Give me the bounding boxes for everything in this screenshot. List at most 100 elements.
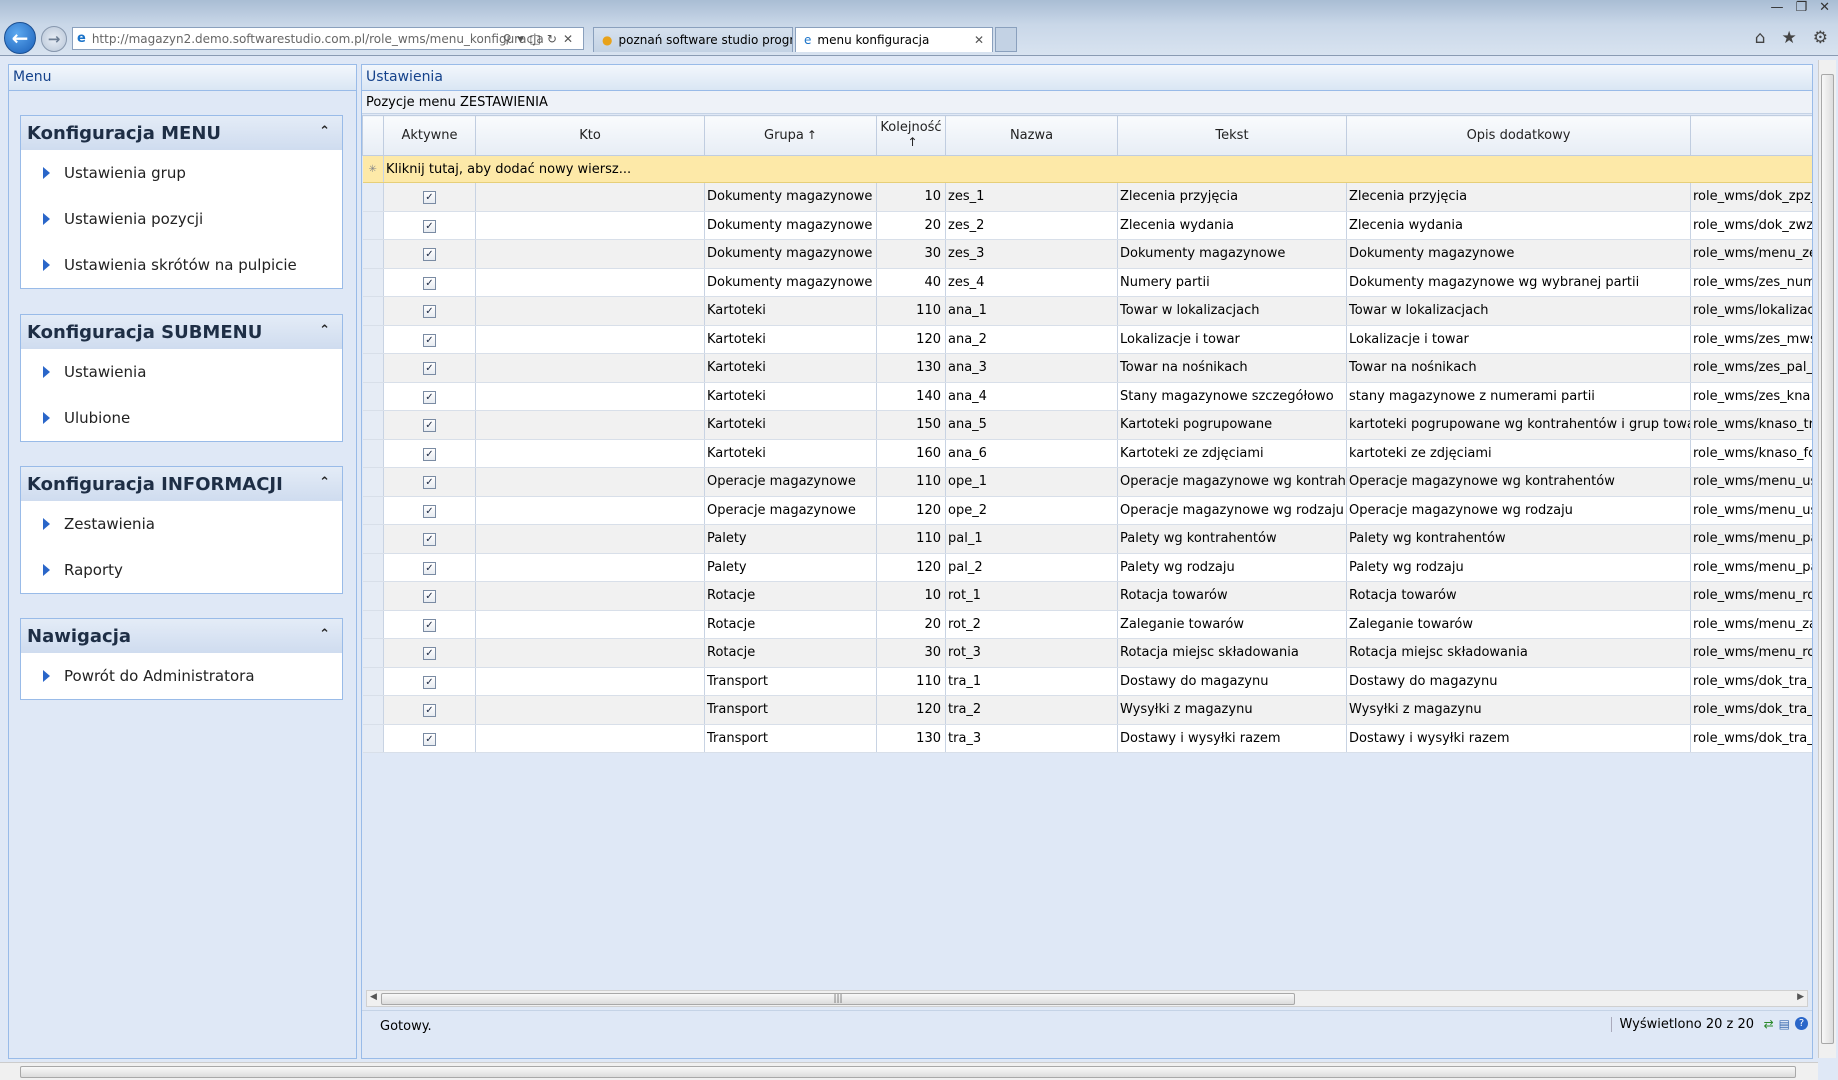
row-selector[interactable] xyxy=(362,581,384,611)
menu-item-ustawienia-grup[interactable]: Ustawienia grup xyxy=(21,150,342,196)
active-checkbox[interactable]: ✓ xyxy=(383,667,476,696)
active-checkbox[interactable]: ✓ xyxy=(383,239,476,269)
menu-item-zestawienia[interactable]: Zestawienia xyxy=(21,501,342,547)
checkbox-checked-icon[interactable]: ✓ xyxy=(423,561,436,575)
table-row[interactable]: ✓ Kartoteki 120 ana_2 Lokalizacje i towar Lok… xyxy=(362,325,1812,354)
table-row[interactable]: ✓ Kartoteki 160 ana_6 Kartoteki ze zdjęciami… xyxy=(362,439,1812,468)
row-selector[interactable] xyxy=(362,638,384,668)
active-checkbox[interactable]: ✓ xyxy=(383,410,476,440)
table-row[interactable]: ✓ Rotacje 30 rot_3 Rotacja miejsc składowani… xyxy=(362,638,1812,668)
row-selector[interactable] xyxy=(362,382,384,411)
menu-item-ulubione[interactable]: Ulubione xyxy=(21,395,342,441)
checkbox-checked-icon[interactable]: ✓ xyxy=(423,276,436,290)
table-row[interactable]: ✓ Transport 120 tra_2 Wysyłki z magazynu Wysy… xyxy=(362,695,1812,725)
active-checkbox[interactable]: ✓ xyxy=(383,439,476,468)
checkbox-checked-icon[interactable]: ✓ xyxy=(423,305,436,319)
active-checkbox[interactable]: ✓ xyxy=(383,695,476,725)
active-checkbox[interactable]: ✓ xyxy=(383,524,476,554)
table-row[interactable]: ✓ Dokumenty magazynowe 20 zes_2 Zlecenia wyd… xyxy=(362,211,1812,240)
tab-close-icon[interactable]: ✕ xyxy=(974,33,984,47)
collapse-icon[interactable]: ⌃ xyxy=(319,627,330,642)
add-new-row[interactable]: ✳ Kliknij tutaj, aby dodać nowy wiersz..… xyxy=(362,155,1812,183)
table-row[interactable]: ✓ Operacje magazynowe 120 ope_2 Operacje mag… xyxy=(362,496,1812,525)
checkbox-checked-icon[interactable]: ✓ xyxy=(423,333,436,347)
active-checkbox[interactable]: ✓ xyxy=(383,268,476,297)
active-checkbox[interactable]: ✓ xyxy=(383,353,476,383)
table-row[interactable]: ✓ Palety 120 pal_2 Palety wg rodzaju Palety w… xyxy=(362,553,1812,582)
col-header-tekst[interactable]: Tekst xyxy=(1117,115,1347,156)
row-selector[interactable] xyxy=(362,296,384,326)
row-selector[interactable] xyxy=(362,695,384,725)
table-row[interactable]: ✓ Kartoteki 130 ana_3 Towar na nośnikach Towa… xyxy=(362,353,1812,383)
active-checkbox[interactable]: ✓ xyxy=(383,211,476,240)
address-tools-icons[interactable]: ⚲▾□↻✕ xyxy=(503,32,579,46)
checkbox-checked-icon[interactable]: ✓ xyxy=(423,504,436,518)
section-title[interactable]: Konfiguracja MENU ⌃ xyxy=(21,116,342,150)
table-row[interactable]: ✓ Dokumenty magazynowe 40 zes_4 Numery parti… xyxy=(362,268,1812,297)
browser-tab-1[interactable]: ● poznań software studio progra... xyxy=(593,27,793,52)
collapse-icon[interactable]: ⌃ xyxy=(319,475,330,490)
minimize-icon[interactable]: — xyxy=(1770,0,1783,15)
col-header-url[interactable] xyxy=(1690,115,1812,156)
checkbox-checked-icon[interactable]: ✓ xyxy=(423,590,436,604)
row-selector[interactable] xyxy=(362,268,384,297)
export-icon[interactable]: ▤ xyxy=(1779,1017,1790,1031)
scroll-thumb[interactable] xyxy=(20,1066,1796,1078)
table-row[interactable]: ✓ Operacje magazynowe 110 ope_1 Operacje mag… xyxy=(362,467,1812,497)
back-button[interactable]: ← xyxy=(4,22,36,54)
active-checkbox[interactable]: ✓ xyxy=(383,638,476,668)
table-row[interactable]: ✓ Palety 110 pal_1 Palety wg kontrahentów Pal… xyxy=(362,524,1812,554)
checkbox-checked-icon[interactable]: ✓ xyxy=(423,219,436,233)
menu-item-ustawienia[interactable]: Ustawienia xyxy=(21,349,342,395)
table-row[interactable]: ✓ Dokumenty magazynowe 30 zes_3 Dokumenty ma… xyxy=(362,239,1812,269)
home-icon[interactable]: ⌂ xyxy=(1755,28,1766,48)
scroll-thumb[interactable] xyxy=(1821,74,1834,1044)
col-header-opis[interactable]: Opis dodatkowy xyxy=(1346,115,1691,156)
favorites-star-icon[interactable]: ★ xyxy=(1782,28,1797,48)
new-tab-button[interactable] xyxy=(995,27,1017,52)
active-checkbox[interactable]: ✓ xyxy=(383,182,476,212)
row-selector[interactable] xyxy=(362,724,384,753)
checkbox-checked-icon[interactable]: ✓ xyxy=(423,390,436,404)
close-window-icon[interactable]: ✕ xyxy=(1819,0,1830,15)
row-selector[interactable] xyxy=(362,325,384,354)
row-selector[interactable] xyxy=(362,496,384,525)
checkbox-checked-icon[interactable]: ✓ xyxy=(423,248,436,262)
settings-gear-icon[interactable]: ⚙ xyxy=(1813,28,1828,48)
table-row[interactable]: ✓ Kartoteki 150 ana_5 Kartoteki pogrupowane k… xyxy=(362,410,1812,440)
checkbox-checked-icon[interactable]: ✓ xyxy=(423,419,436,433)
col-header-grupa[interactable]: Grupa ↑ xyxy=(704,115,877,156)
collapse-icon[interactable]: ⌃ xyxy=(319,323,330,338)
section-title[interactable]: Konfiguracja INFORMACJI ⌃ xyxy=(21,467,342,501)
table-row[interactable]: ✓ Transport 110 tra_1 Dostawy do magazynu Dos… xyxy=(362,667,1812,696)
table-row[interactable]: ✓ Kartoteki 140 ana_4 Stany magazynowe szcze… xyxy=(362,382,1812,411)
col-header-kolejnosc[interactable]: Kolejność ↑ xyxy=(876,115,946,156)
section-title[interactable]: Konfiguracja SUBMENU ⌃ xyxy=(21,315,342,349)
grid-horizontal-scrollbar[interactable]: ◀ ||| ▶ xyxy=(366,990,1808,1007)
new-row-text[interactable]: Kliknij tutaj, aby dodać nowy wiersz... xyxy=(383,155,1812,183)
checkbox-checked-icon[interactable]: ✓ xyxy=(423,447,436,461)
table-row[interactable]: ✓ Transport 130 tra_3 Dostawy i wysyłki raze… xyxy=(362,724,1812,753)
active-checkbox[interactable]: ✓ xyxy=(383,325,476,354)
row-selector[interactable] xyxy=(362,239,384,269)
page-horizontal-scrollbar[interactable] xyxy=(0,1062,1818,1080)
menu-item-powrot-do-administratora[interactable]: Powrót do Administratora xyxy=(21,653,342,699)
checkbox-checked-icon[interactable]: ✓ xyxy=(423,732,436,746)
col-header-nazwa[interactable]: Nazwa xyxy=(945,115,1118,156)
collapse-icon[interactable]: ⌃ xyxy=(319,124,330,139)
table-row[interactable]: ✓ Kartoteki 110 ana_1 Towar w lokalizacjach T… xyxy=(362,296,1812,326)
row-selector[interactable] xyxy=(362,353,384,383)
section-title[interactable]: Nawigacja ⌃ xyxy=(21,619,342,653)
forward-button[interactable]: → xyxy=(41,26,67,52)
col-header-kto[interactable]: Kto xyxy=(475,115,705,156)
menu-item-ustawienia-skrotow[interactable]: Ustawienia skrótów na pulpicie xyxy=(21,242,342,288)
checkbox-checked-icon[interactable]: ✓ xyxy=(423,191,436,205)
table-row[interactable]: ✓ Dokumenty magazynowe 10 zes_1 Zlecenia prz… xyxy=(362,182,1812,212)
checkbox-checked-icon[interactable]: ✓ xyxy=(423,533,436,547)
page-vertical-scrollbar[interactable] xyxy=(1818,60,1836,1058)
menu-item-raporty[interactable]: Raporty xyxy=(21,547,342,593)
row-selector[interactable] xyxy=(362,553,384,582)
active-checkbox[interactable]: ✓ xyxy=(383,382,476,411)
row-selector[interactable] xyxy=(362,524,384,554)
active-checkbox[interactable]: ✓ xyxy=(383,610,476,639)
